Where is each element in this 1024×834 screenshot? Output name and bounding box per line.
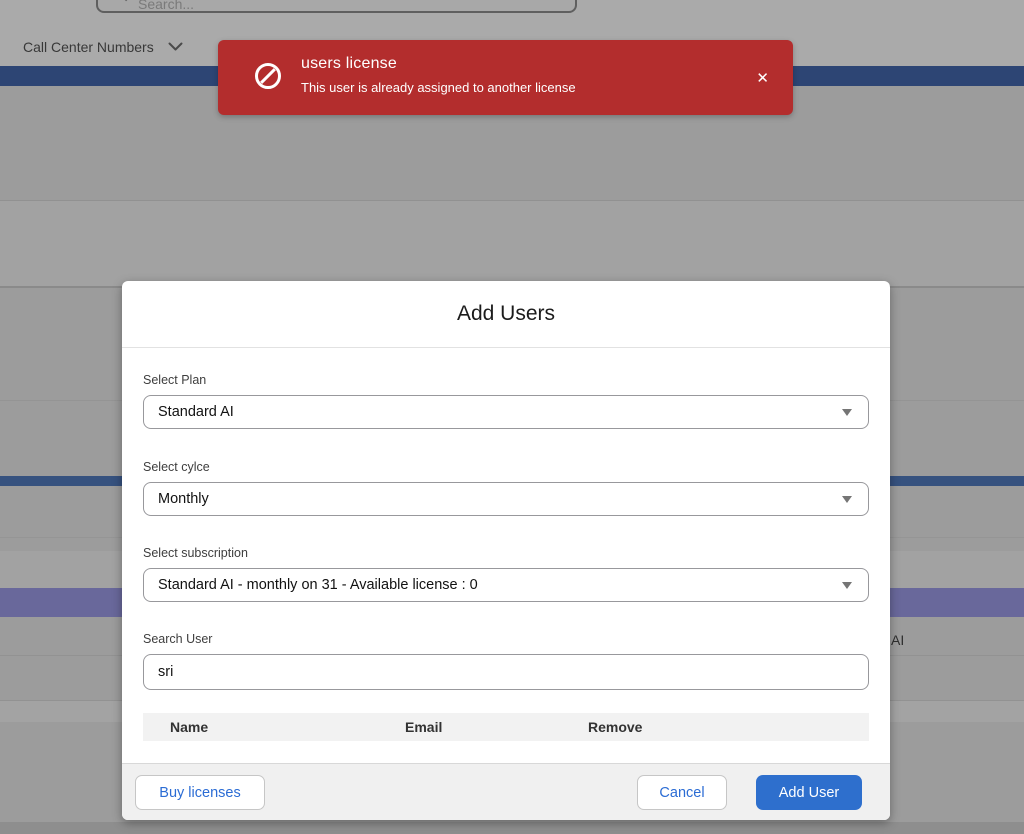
toast-texts: users license This user is already assig… — [301, 55, 752, 95]
call-center-numbers-menu: Call Center Numbers — [23, 39, 183, 55]
search-placeholder: Search... — [138, 0, 195, 12]
column-header-name: Name — [170, 719, 209, 735]
select-plan-group: Select Plan Standard AI — [143, 373, 869, 429]
select-cycle-group: Select cylce Monthly — [143, 460, 869, 516]
select-subscription-value: Standard AI - monthly on 31 - Available … — [158, 577, 478, 593]
ban-icon — [252, 60, 284, 97]
buy-licenses-button[interactable]: Buy licenses — [135, 775, 265, 810]
column-header-remove: Remove — [588, 719, 643, 735]
toast-close-icon[interactable]: ✕ — [752, 67, 773, 90]
column-header-email: Email — [405, 719, 443, 735]
background-footer-band — [0, 822, 1024, 834]
users-table-header: Name Email Remove — [143, 713, 869, 741]
search-icon — [112, 0, 128, 7]
modal-title: Add Users — [456, 302, 556, 325]
select-subscription-field[interactable]: Standard AI - monthly on 31 - Available … — [143, 568, 869, 602]
call-center-numbers-label: Call Center Numbers — [23, 39, 154, 55]
modal-footer: Buy licenses Cancel Add User — [122, 763, 890, 820]
select-cycle-field[interactable]: Monthly — [143, 482, 869, 516]
add-user-button[interactable]: Add User — [756, 775, 862, 810]
background-table-row — [0, 201, 1024, 286]
dropdown-caret-icon — [842, 495, 852, 503]
select-subscription-label: Select subscription — [143, 546, 248, 560]
background-cell-text: AI — [891, 632, 905, 648]
dropdown-caret-icon — [842, 581, 852, 589]
chevron-down-icon — [168, 39, 183, 55]
error-toast: users license This user is already assig… — [218, 40, 793, 115]
search-user-group: Search User — [143, 632, 869, 690]
add-users-modal: Add Users Select Plan Standard AI Select… — [122, 281, 890, 820]
select-subscription-group: Select subscription Standard AI - monthl… — [143, 546, 869, 602]
toast-title: users license — [301, 55, 397, 72]
search-user-label: Search User — [143, 632, 213, 646]
select-plan-label: Select Plan — [143, 373, 207, 387]
select-cycle-value: Monthly — [158, 491, 209, 507]
modal-header: Add Users — [122, 281, 890, 348]
search-user-input[interactable] — [143, 654, 869, 690]
select-plan-field[interactable]: Standard AI — [143, 395, 869, 429]
global-search-input: Search... — [96, 0, 577, 13]
toast-message: This user is already assigned to another… — [301, 80, 576, 95]
cancel-button[interactable]: Cancel — [637, 775, 727, 810]
select-plan-value: Standard AI — [158, 404, 234, 420]
dropdown-caret-icon — [842, 408, 852, 416]
select-cycle-label: Select cylce — [143, 460, 210, 474]
